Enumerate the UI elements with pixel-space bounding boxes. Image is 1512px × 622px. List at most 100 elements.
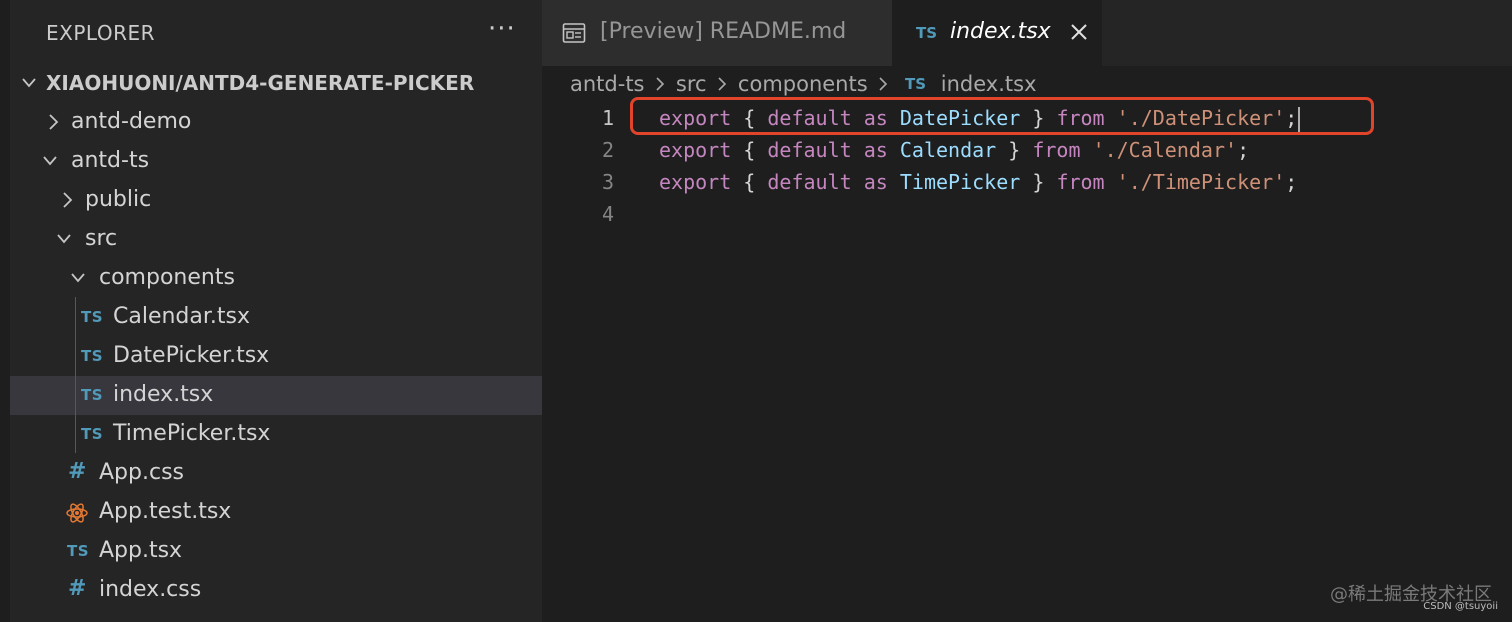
tree-file-timepicker[interactable]: TS TimePicker.tsx: [10, 415, 542, 454]
tree-file-datepicker[interactable]: TS DatePicker.tsx: [10, 337, 542, 376]
tree-file-index-css[interactable]: # index.css: [10, 571, 542, 610]
code-token: {: [743, 170, 756, 194]
preview-icon: [562, 22, 586, 44]
code-token: default: [767, 170, 852, 194]
credit-text: CSDN @tsuyoii: [1423, 601, 1498, 612]
line-number: 4: [601, 202, 614, 226]
tree-file-app-test[interactable]: App.test.tsx: [10, 493, 542, 532]
breadcrumb-item[interactable]: antd-ts: [570, 72, 645, 96]
code-token: Calendar: [899, 138, 997, 162]
breadcrumb-item[interactable]: components: [738, 72, 868, 96]
tree-label: public: [85, 187, 152, 212]
activity-bar-edge: [0, 0, 10, 622]
chevron-down-icon: [43, 151, 57, 171]
tree-file-index-selected[interactable]: TS index.tsx: [10, 376, 542, 415]
code-token: }: [1032, 170, 1045, 194]
code-token: as: [863, 170, 888, 194]
code-token: from: [1056, 170, 1105, 194]
chevron-right-icon: [651, 76, 669, 92]
tree-folder-antd-ts[interactable]: antd-ts: [10, 142, 542, 181]
breadcrumb: antd-ts src components TS index.tsx: [570, 71, 1037, 99]
code-token: as: [863, 138, 888, 162]
css-hash-icon: #: [68, 459, 87, 484]
tab-index-tsx[interactable]: TS index.tsx: [892, 0, 1102, 66]
code-token: ;: [1237, 138, 1250, 162]
code-text[interactable]: export { default as TimePicker } from '.…: [659, 170, 1297, 194]
typescript-icon: TS: [81, 425, 104, 443]
code-token: {: [743, 138, 756, 162]
code-editor[interactable]: 1 export { default as DatePicker } from …: [542, 100, 1512, 622]
tab-label: index.tsx: [950, 19, 1051, 44]
tree-label: App.css: [99, 460, 184, 485]
code-token: }: [1008, 138, 1021, 162]
typescript-icon: TS: [905, 75, 927, 93]
code-token: from: [1032, 138, 1081, 162]
tree-label: XIAOHUONI/ANTD4-GENERATE-PICKER: [46, 71, 475, 95]
tree-folder-src[interactable]: src: [10, 220, 542, 259]
tree-label: antd-demo: [71, 109, 192, 134]
tree-file-app-css[interactable]: # App.css: [10, 454, 542, 493]
editor-area: [Preview] README.md TS index.tsx antd-ts…: [542, 0, 1512, 622]
tree-root-folder[interactable]: XIAOHUONI/ANTD4-GENERATE-PICKER: [10, 64, 542, 103]
tree-label: App.test.tsx: [99, 499, 232, 524]
tree-label: App.tsx: [99, 538, 183, 563]
tree-label: TimePicker.tsx: [113, 421, 271, 446]
tree-file-app-tsx[interactable]: TS App.tsx: [10, 532, 542, 571]
chevron-right-icon: [60, 190, 74, 210]
tree-folder-components[interactable]: components: [10, 259, 542, 298]
tree-label: index.tsx: [113, 382, 214, 407]
code-token: TimePicker: [899, 170, 1021, 194]
typescript-icon: TS: [81, 347, 104, 365]
code-line[interactable]: 4: [542, 198, 1512, 230]
indent-guide: [75, 297, 76, 453]
tree-label: index.css: [99, 577, 202, 602]
code-token: export: [659, 170, 732, 194]
typescript-icon: TS: [81, 308, 104, 326]
chevron-down-icon: [22, 73, 36, 93]
more-actions-icon[interactable]: ···: [488, 14, 516, 44]
chevron-down-icon: [57, 229, 71, 249]
code-token: ;: [1285, 170, 1298, 194]
code-token: './Calendar': [1092, 138, 1238, 162]
css-hash-icon: #: [68, 576, 87, 601]
chevron-right-icon: [713, 76, 731, 92]
tree-folder-antd-demo[interactable]: antd-demo: [10, 103, 542, 142]
code-token: './TimePicker': [1116, 170, 1286, 194]
line-number: 2: [601, 138, 614, 162]
close-icon[interactable]: [1068, 21, 1090, 43]
chevron-down-icon: [71, 268, 85, 288]
code-token: export: [659, 138, 732, 162]
code-text[interactable]: export { default as Calendar } from './C…: [659, 138, 1249, 162]
tree-label: DatePicker.tsx: [113, 343, 270, 368]
chevron-right-icon: [874, 76, 892, 92]
code-line[interactable]: 3 export { default as TimePicker } from …: [542, 166, 1512, 198]
breadcrumb-item[interactable]: src: [676, 72, 707, 96]
tree-label: antd-ts: [71, 148, 150, 173]
tree-label: components: [99, 265, 235, 290]
tab-readme-preview[interactable]: [Preview] README.md: [542, 0, 892, 66]
tab-label: [Preview] README.md: [600, 19, 847, 44]
code-line[interactable]: 2 export { default as Calendar } from '.…: [542, 134, 1512, 166]
line-number: 1: [601, 106, 614, 130]
tree-folder-public[interactable]: public: [10, 181, 542, 220]
breadcrumb-item[interactable]: index.tsx: [941, 72, 1037, 96]
typescript-icon: TS: [81, 386, 104, 404]
highlight-annotation-box: [630, 97, 1374, 135]
tree-file-calendar[interactable]: TS Calendar.tsx: [10, 298, 542, 337]
chevron-right-icon: [46, 112, 60, 132]
react-icon: [66, 502, 88, 524]
